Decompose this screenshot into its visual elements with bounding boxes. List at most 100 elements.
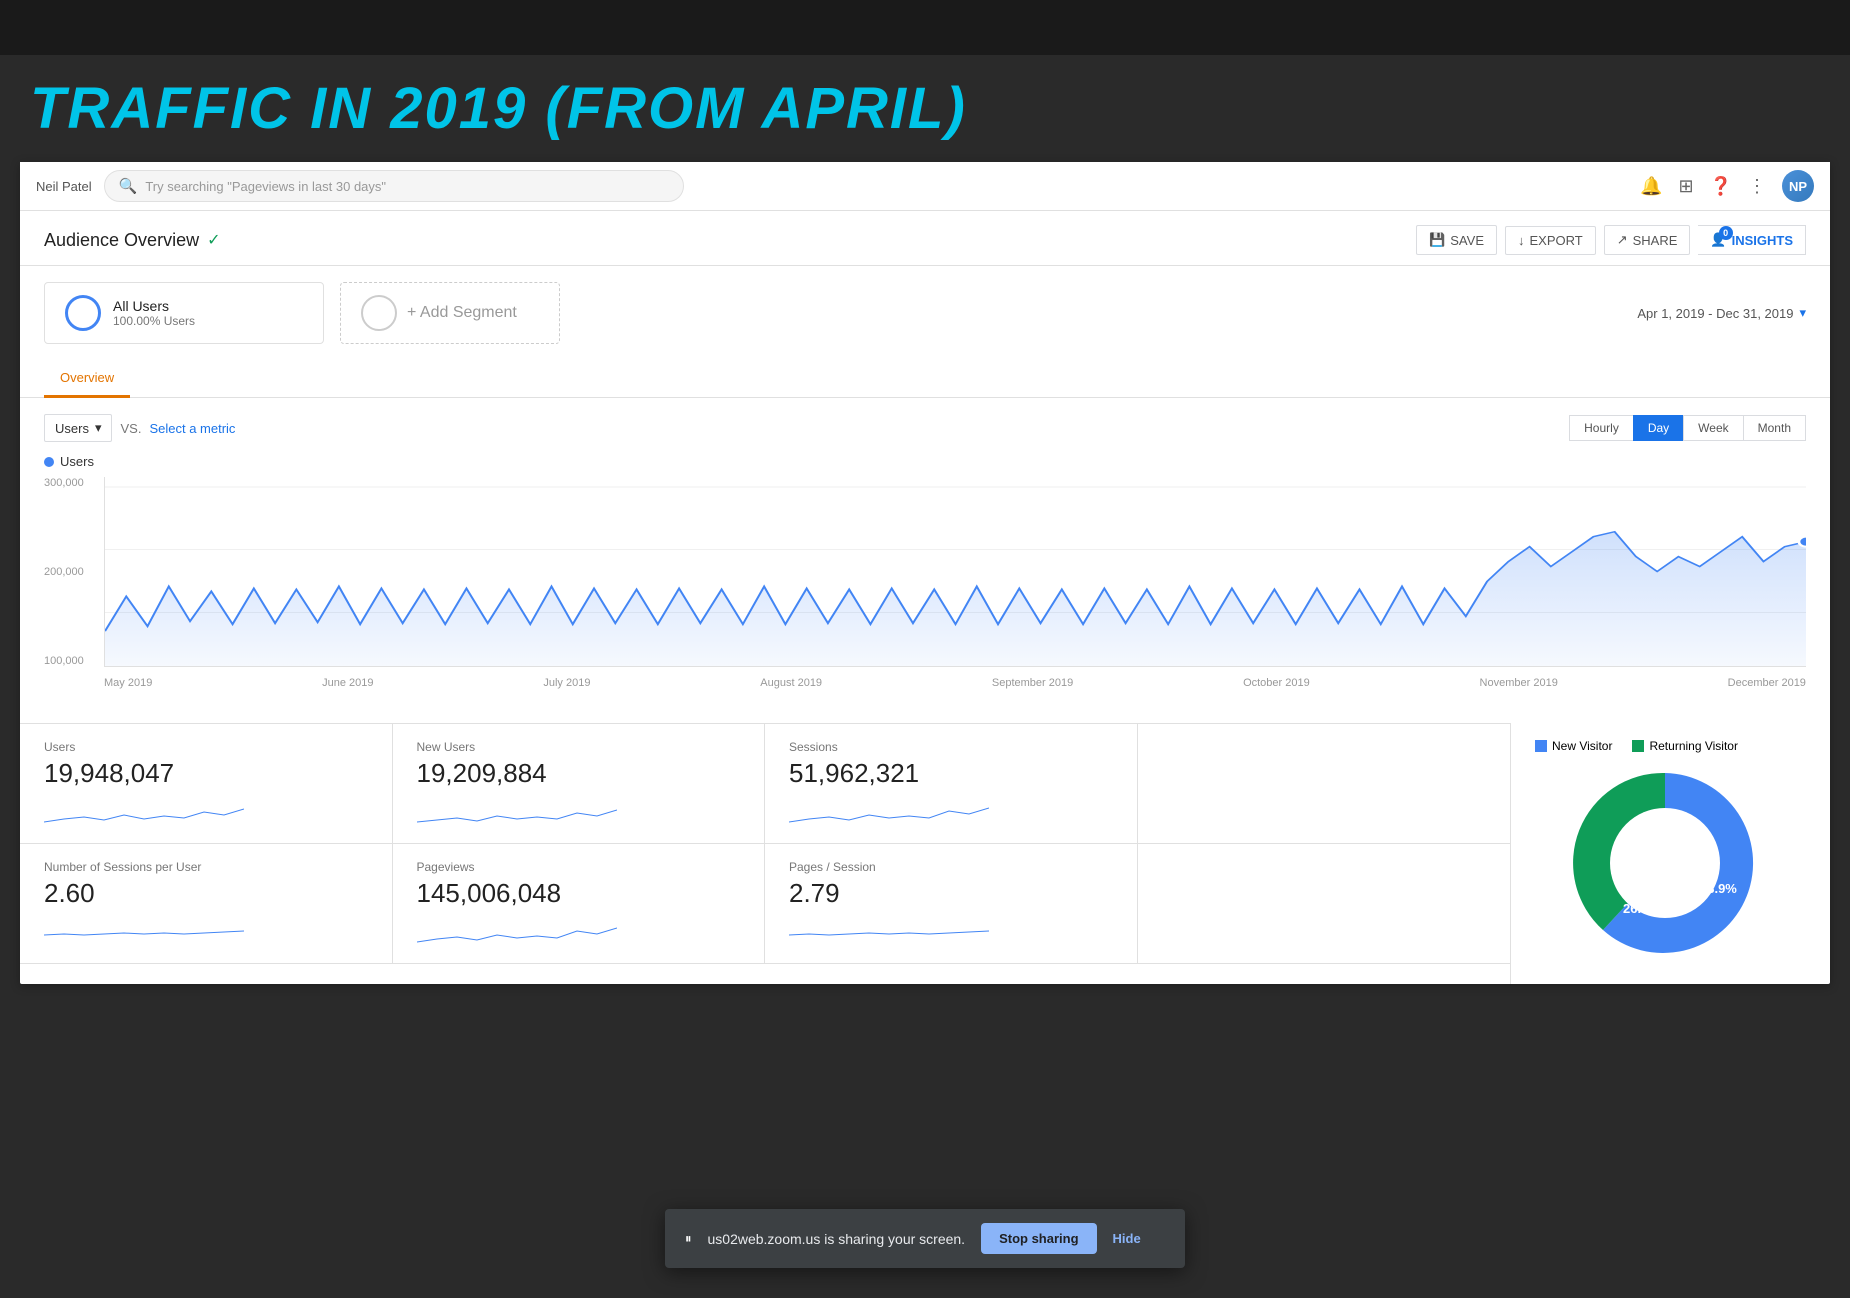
pause-icon: ⏸ — [685, 1231, 692, 1247]
add-segment-circle-icon — [361, 295, 397, 331]
metric-dropdown[interactable]: Users ▾ — [44, 414, 112, 442]
stat-pages-per-session-sparkline — [789, 917, 1113, 947]
save-icon: 💾 — [1429, 232, 1445, 248]
chart-area: 300,000 200,000 100,000 — [44, 477, 1806, 697]
stop-sharing-button[interactable]: Stop sharing — [981, 1223, 1096, 1254]
new-visitor-legend-item: New Visitor — [1535, 739, 1612, 753]
chart-plot — [104, 477, 1806, 667]
svg-text:26.1%: 26.1% — [1623, 901, 1660, 916]
stat-sessions-per-user-sparkline — [44, 917, 368, 947]
time-buttons: Hourly Day Week Month — [1569, 415, 1806, 441]
stat-empty — [1138, 724, 1511, 844]
legend-dot-icon — [44, 457, 54, 467]
x-label-dec: December 2019 — [1728, 677, 1806, 689]
metric-selector: Users ▾ VS. Select a metric — [44, 414, 235, 442]
dropdown-arrow-icon: ▾ — [95, 420, 102, 436]
x-label-jul: July 2019 — [543, 677, 590, 689]
tabs-row: Overview — [20, 360, 1830, 398]
date-range-text: Apr 1, 2019 - Dec 31, 2019 — [1637, 306, 1793, 321]
apps-icon[interactable]: ⊞ — [1678, 176, 1693, 197]
avatar[interactable]: NP — [1782, 170, 1814, 202]
all-users-segment[interactable]: All Users 100.00% Users — [44, 282, 324, 344]
stat-pages-per-session-label: Pages / Session — [789, 860, 1113, 874]
new-visitor-label: New Visitor — [1552, 739, 1612, 753]
add-segment-button[interactable]: + Add Segment — [340, 282, 560, 344]
bell-icon[interactable]: 🔔 — [1640, 176, 1662, 197]
add-segment-label: + Add Segment — [407, 304, 517, 322]
stat-new-users-label: New Users — [417, 740, 741, 754]
stat-users-label: Users — [44, 740, 368, 754]
x-label-jun: June 2019 — [322, 677, 373, 689]
stat-sessions-sparkline — [789, 797, 1113, 827]
stats-section: Users 19,948,047 New Users 19,209,884 — [20, 723, 1510, 984]
stat-pages-per-session-value: 2.79 — [789, 878, 1113, 909]
chart-section: Users ▾ VS. Select a metric Hourly Day W… — [20, 398, 1830, 723]
x-label-sep: September 2019 — [992, 677, 1073, 689]
segment-circle-icon — [65, 295, 101, 331]
tab-overview[interactable]: Overview — [44, 360, 130, 398]
stat-users-value: 19,948,047 — [44, 758, 368, 789]
returning-visitor-color — [1632, 740, 1644, 752]
stat-sessions-per-user-label: Number of Sessions per User — [44, 860, 368, 874]
time-btn-day[interactable]: Day — [1633, 415, 1683, 441]
ao-actions: 💾 SAVE ↓ EXPORT ↗ SHARE 👤 0 INSIGHTS — [1416, 225, 1806, 255]
chart-legend-label: Users — [60, 454, 94, 469]
segment-pct: 100.00% Users — [113, 314, 195, 328]
ga-container: Neil Patel 🔍 Try searching "Pageviews in… — [20, 162, 1830, 984]
time-btn-hourly[interactable]: Hourly — [1569, 415, 1633, 441]
y-label-300k: 300,000 — [44, 477, 104, 489]
share-button[interactable]: ↗ SHARE — [1604, 225, 1691, 255]
hide-button[interactable]: Hide — [1113, 1231, 1141, 1246]
returning-visitor-legend-item: Returning Visitor — [1632, 739, 1738, 753]
notification-bar: ⏸ us02web.zoom.us is sharing your screen… — [665, 1209, 1185, 1268]
stat-empty-2 — [1138, 844, 1511, 964]
x-axis-labels: May 2019 June 2019 July 2019 August 2019… — [104, 669, 1806, 697]
chart-controls: Users ▾ VS. Select a metric Hourly Day W… — [44, 414, 1806, 442]
stat-pageviews-label: Pageviews — [417, 860, 741, 874]
x-label-oct: October 2019 — [1243, 677, 1310, 689]
save-label: SAVE — [1450, 233, 1484, 248]
stat-sessions-per-user-value: 2.60 — [44, 878, 368, 909]
stat-users: Users 19,948,047 — [20, 724, 393, 844]
stat-new-users-value: 19,209,884 — [417, 758, 741, 789]
stats-and-pie: Users 19,948,047 New Users 19,209,884 — [20, 723, 1830, 984]
verified-icon: ✓ — [207, 230, 220, 250]
more-vert-icon[interactable]: ⋮ — [1748, 176, 1766, 197]
svg-text:73.9%: 73.9% — [1700, 881, 1737, 896]
select-metric-link[interactable]: Select a metric — [149, 421, 235, 436]
page-title-section: TRAFFIC IN 2019 (FROM APRIL) — [0, 55, 1850, 162]
ao-header: Audience Overview ✓ 💾 SAVE ↓ EXPORT ↗ SH… — [20, 211, 1830, 266]
ga-search-box[interactable]: 🔍 Try searching "Pageviews in last 30 da… — [104, 170, 684, 202]
new-visitor-color — [1535, 740, 1547, 752]
stat-sessions-label: Sessions — [789, 740, 1113, 754]
metric-label: Users — [55, 421, 89, 436]
export-button[interactable]: ↓ EXPORT — [1505, 226, 1596, 255]
y-axis-labels: 300,000 200,000 100,000 — [44, 477, 104, 667]
save-button[interactable]: 💾 SAVE — [1416, 225, 1497, 255]
time-btn-week[interactable]: Week — [1683, 415, 1742, 441]
returning-visitor-label: Returning Visitor — [1649, 739, 1738, 753]
export-label: EXPORT — [1529, 233, 1582, 248]
stat-sessions-per-user: Number of Sessions per User 2.60 — [20, 844, 393, 964]
stat-new-users: New Users 19,209,884 — [393, 724, 766, 844]
stat-new-users-sparkline — [417, 797, 741, 827]
pie-chart-svg: 73.9% 26.1% — [1535, 763, 1795, 963]
pie-legend: New Visitor Returning Visitor — [1535, 739, 1806, 753]
x-label-nov: November 2019 — [1480, 677, 1558, 689]
insights-badge-count: 0 — [1719, 226, 1733, 240]
y-label-200k: 200,000 — [44, 566, 104, 578]
line-chart-svg — [105, 477, 1806, 666]
ao-title-text: Audience Overview — [44, 230, 199, 251]
date-range-selector[interactable]: Apr 1, 2019 - Dec 31, 2019 ▾ — [1637, 305, 1806, 321]
stat-pageviews-value: 145,006,048 — [417, 878, 741, 909]
search-icon: 🔍 — [119, 177, 138, 195]
stat-sessions-value: 51,962,321 — [789, 758, 1113, 789]
help-icon[interactable]: ❓ — [1710, 176, 1732, 197]
top-bar — [0, 0, 1850, 55]
export-icon: ↓ — [1518, 233, 1525, 248]
ga-nav: Neil Patel 🔍 Try searching "Pageviews in… — [20, 162, 1830, 211]
time-btn-month[interactable]: Month — [1743, 415, 1806, 441]
insights-button[interactable]: 👤 0 INSIGHTS — [1698, 225, 1806, 255]
pie-chart-section: New Visitor Returning Visitor 73.9% 26.1… — [1510, 723, 1830, 984]
y-label-100k: 100,000 — [44, 655, 104, 667]
